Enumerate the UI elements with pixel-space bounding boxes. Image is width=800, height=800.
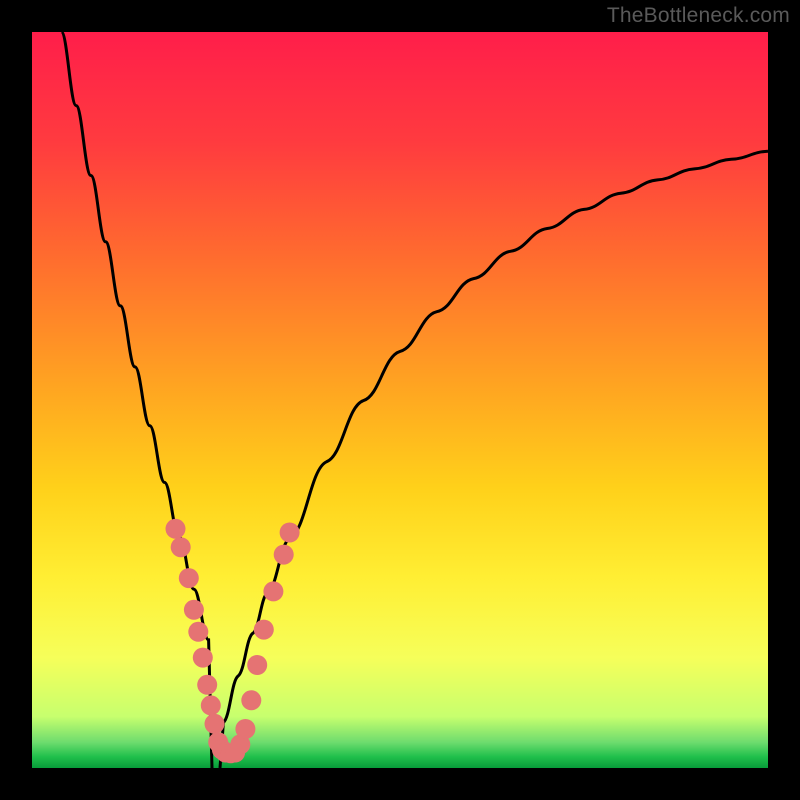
- chart-container: TheBottleneck.com: [0, 0, 800, 800]
- sample-points: [32, 32, 768, 768]
- data-point: [241, 690, 261, 710]
- data-point: [171, 537, 191, 557]
- data-point: [179, 568, 199, 588]
- data-point: [254, 620, 274, 640]
- data-point: [280, 523, 300, 543]
- data-point: [166, 519, 186, 539]
- data-point: [201, 695, 221, 715]
- data-point: [235, 719, 255, 739]
- data-point: [263, 581, 283, 601]
- data-point: [188, 622, 208, 642]
- data-point: [247, 655, 267, 675]
- data-point: [193, 648, 213, 668]
- data-point: [197, 675, 217, 695]
- data-point: [205, 714, 225, 734]
- watermark-text: TheBottleneck.com: [607, 4, 790, 28]
- data-point: [184, 600, 204, 620]
- data-point: [274, 545, 294, 565]
- plot-area: [32, 32, 768, 768]
